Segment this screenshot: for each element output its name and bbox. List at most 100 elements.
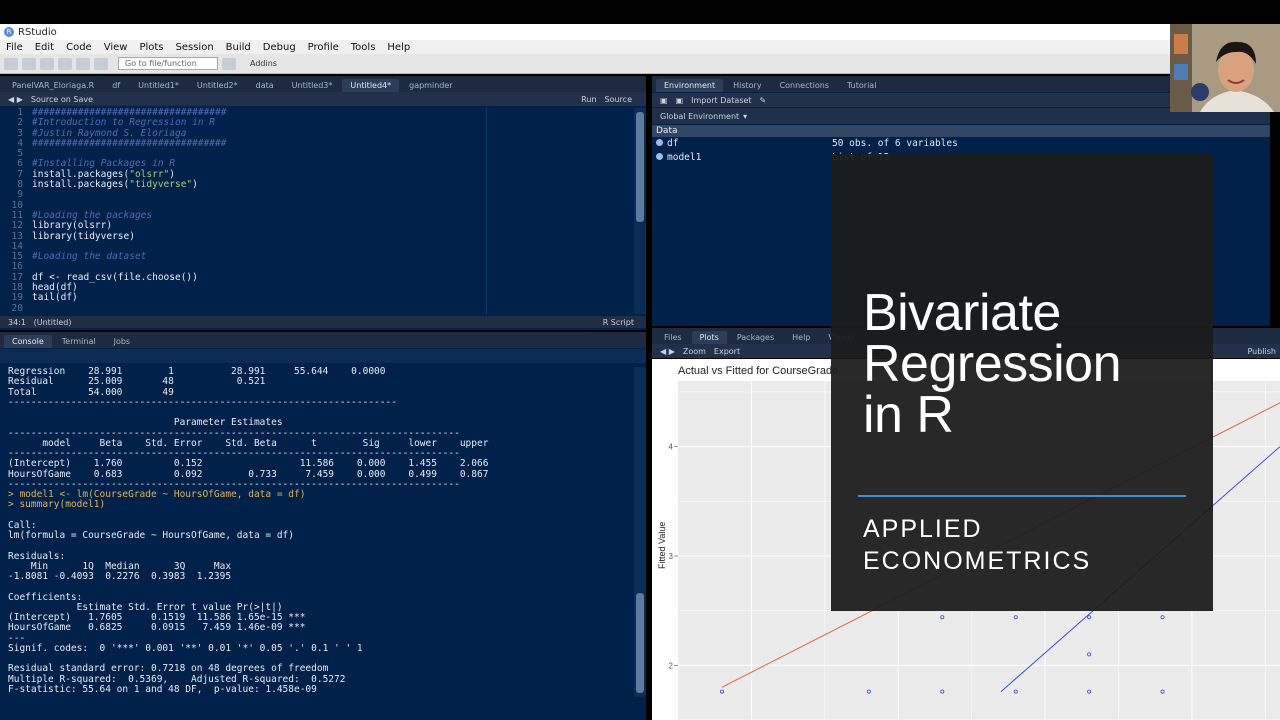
line-number: 3 xyxy=(17,127,23,139)
console-output[interactable]: Regression 28.991 1 28.991 55.644 0.0000… xyxy=(0,367,634,697)
source-on-save-checkbox[interactable]: Source on Save xyxy=(31,95,93,104)
goto-file-input[interactable]: Go to file/function xyxy=(118,57,218,70)
editor-tab-0[interactable]: PanelVAR_Eloriaga.R xyxy=(4,79,102,92)
code-string: "tidyverse" xyxy=(129,179,193,191)
environment-row[interactable]: df 50 obs. of 6 variables xyxy=(652,137,1270,151)
plots-tab-1[interactable]: Plots xyxy=(691,331,727,344)
code-comment: ################################## xyxy=(32,137,227,149)
import-dataset-button[interactable]: Import Dataset xyxy=(691,96,751,105)
menu-item-tools[interactable]: Tools xyxy=(345,42,382,53)
save-workspace-icon[interactable]: ▣ xyxy=(676,96,684,105)
file-type-indicator[interactable]: R Script xyxy=(603,318,634,327)
menu-item-view[interactable]: View xyxy=(98,42,134,53)
presenter-image xyxy=(1170,24,1280,112)
plots-tab-2[interactable]: Packages xyxy=(729,331,782,344)
menu-item-file[interactable]: File xyxy=(0,42,29,53)
code-line: 9 xyxy=(0,190,634,201)
save-icon[interactable] xyxy=(58,57,72,70)
editor-tab-bar: PanelVAR_Eloriaga.R df Untitled1* Untitled2… xyxy=(0,76,646,92)
menu-item-debug[interactable]: Debug xyxy=(257,42,302,53)
editor-tab-2[interactable]: Untitled1* xyxy=(130,79,187,92)
line-number: 20 xyxy=(11,302,23,314)
code-line: 18 head(df) xyxy=(0,282,634,293)
plots-tab-0[interactable]: Files xyxy=(656,331,690,344)
code-line: 19 tail(df) xyxy=(0,292,634,304)
chevron-down-icon: ▾ xyxy=(743,111,748,121)
y-tick-label: 4 xyxy=(669,443,674,452)
environment-tab-2[interactable]: Connections xyxy=(772,79,837,92)
source-button[interactable]: Source xyxy=(605,95,632,104)
export-button[interactable]: Export xyxy=(714,347,740,356)
grid-layout-icon[interactable] xyxy=(222,57,236,70)
menu-item-build[interactable]: Build xyxy=(220,42,257,53)
expand-icon[interactable] xyxy=(656,139,663,146)
editor-scrollbar[interactable] xyxy=(634,108,646,314)
print-icon[interactable] xyxy=(94,57,108,70)
editor-tab-4[interactable]: data xyxy=(248,79,282,92)
console-output-line: F-statistic: 55.64 on 1 and 48 DF, p-val… xyxy=(8,683,317,695)
menu-item-code[interactable]: Code xyxy=(60,42,98,53)
code-text: library(tidyverse) xyxy=(32,230,135,242)
editor-margin-line xyxy=(486,108,487,314)
run-button[interactable]: Run xyxy=(581,95,596,104)
video-title-line: in R xyxy=(863,386,954,444)
environment-tab-0[interactable]: Environment xyxy=(656,79,724,92)
load-workspace-icon[interactable]: ▣ xyxy=(660,96,668,105)
code-comment: #Loading the dataset xyxy=(32,251,147,263)
console-output-line: HoursOfGame 0.6825 0.0915 7.459 1.46e-09… xyxy=(8,622,306,634)
env-var-name: df xyxy=(652,137,832,151)
environment-tab-1[interactable]: History xyxy=(725,79,769,92)
menu-item-plots[interactable]: Plots xyxy=(133,42,169,53)
rstudio-logo-icon: R xyxy=(4,27,14,37)
plot-nav-arrows-icon[interactable]: ◀ ▶ xyxy=(660,347,675,356)
console-output-line: -1.8081 -0.4093 0.2276 0.3983 1.2395 xyxy=(8,571,232,582)
code-area[interactable]: 1 ################################## 2 #Int… xyxy=(0,108,634,314)
addins-menu[interactable]: Addins xyxy=(250,59,277,68)
webcam-feed xyxy=(1170,24,1280,112)
save-all-icon[interactable] xyxy=(76,57,90,70)
line-number: 5 xyxy=(17,148,23,160)
console-output-line: Residual 25.009 48 0.521 xyxy=(8,376,266,388)
scope-indicator[interactable]: (Untitled) xyxy=(34,318,72,327)
new-file-icon[interactable] xyxy=(4,57,18,70)
y-tick-label: 2 xyxy=(669,661,674,670)
title-divider xyxy=(858,495,1186,497)
environment-tab-3[interactable]: Tutorial xyxy=(839,79,884,92)
publish-button[interactable]: Publish xyxy=(1247,347,1276,356)
broom-icon[interactable]: ✎ xyxy=(760,96,767,105)
scope-label: Global Environment xyxy=(660,111,740,121)
plots-tab-3[interactable]: Help xyxy=(784,331,818,344)
cursor-position: 34:1 xyxy=(8,317,26,327)
line-number: 1 xyxy=(17,108,23,118)
menu-item-edit[interactable]: Edit xyxy=(29,42,60,53)
console-tab-2[interactable]: Jobs xyxy=(106,335,139,348)
main-toolbar: Go to file/function Addins xyxy=(0,54,1170,74)
environment-section-header: Data xyxy=(652,125,1270,137)
editor-tab-7[interactable]: gapminder xyxy=(401,79,460,92)
console-tab-0[interactable]: Console xyxy=(4,335,52,348)
code-text: tail(df) xyxy=(32,292,78,304)
menu-item-help[interactable]: Help xyxy=(381,42,416,53)
console-scrollbar[interactable] xyxy=(634,367,646,697)
expand-icon[interactable] xyxy=(656,153,663,160)
line-number: 8 xyxy=(17,179,23,191)
editor-tab-3[interactable]: Untitled2* xyxy=(189,79,246,92)
menu-item-profile[interactable]: Profile xyxy=(302,42,345,53)
console-path-bar xyxy=(0,349,646,363)
new-project-icon[interactable] xyxy=(22,57,36,70)
back-arrow-icon[interactable]: ◀ ▶ xyxy=(8,95,23,104)
zoom-button[interactable]: Zoom xyxy=(683,347,706,356)
line-number: 4 xyxy=(17,137,23,149)
video-title-line: Bivariate xyxy=(863,284,1061,342)
console-tab-1[interactable]: Terminal xyxy=(54,335,104,348)
open-file-icon[interactable] xyxy=(40,57,54,70)
env-var-name: model1 xyxy=(652,151,832,165)
editor-tab-5[interactable]: Untitled3* xyxy=(284,79,341,92)
menu-item-session[interactable]: Session xyxy=(170,42,220,53)
console-output-line: (Intercept) 1.760 0.152 11.586 0.000 1.4… xyxy=(8,458,489,470)
code-text: ) xyxy=(192,179,198,191)
editor-tab-6[interactable]: Untitled4* xyxy=(342,79,400,92)
editor-tab-1[interactable]: df xyxy=(104,79,128,92)
window-titlebar: R RStudio xyxy=(0,24,1170,40)
